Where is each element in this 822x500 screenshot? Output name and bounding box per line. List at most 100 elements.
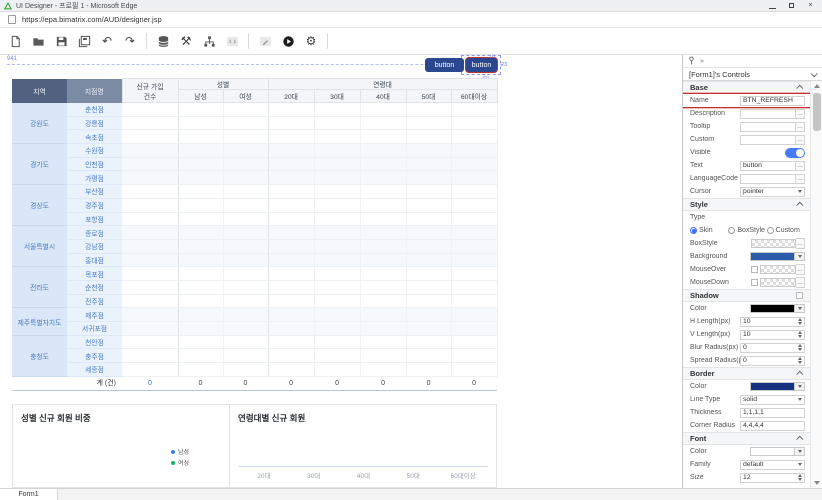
color-swatch-color[interactable] — [750, 447, 795, 456]
scrollbar-thumb[interactable] — [813, 93, 821, 131]
prop-row-thickness: Thickness1,1,1,1 — [683, 406, 810, 419]
canvas-button-widget[interactable]: button — [425, 58, 464, 72]
prop-spinner-h-length-px[interactable]: 10 — [740, 317, 805, 327]
prop-input-thickness[interactable]: 1,1,1,1 — [740, 408, 805, 418]
canvas-button-widget-selected[interactable]: button — [466, 58, 497, 72]
radio-skin[interactable]: Skin — [690, 227, 728, 234]
controls-header[interactable]: [Form1]'s Controls — [683, 68, 822, 81]
undo-icon[interactable]: ↶ — [100, 34, 114, 48]
color-dropdown-button[interactable] — [795, 382, 805, 391]
visible-toggle[interactable] — [785, 148, 805, 158]
pin-icon[interactable] — [688, 56, 695, 67]
prop-input-name[interactable]: BTN_REFRESH — [740, 96, 805, 106]
save-icon[interactable] — [54, 34, 68, 48]
data-cell — [122, 212, 178, 226]
color-swatch-background[interactable] — [750, 252, 795, 261]
prop-input-corner-radius[interactable]: 4,4,4,4 — [740, 421, 805, 431]
section-header-base[interactable]: Base — [683, 81, 810, 94]
color-dropdown-button[interactable] — [795, 447, 805, 456]
form-tab-form1[interactable]: Form1 — [0, 489, 58, 500]
data-cell — [451, 130, 497, 144]
prop-select-cursor[interactable]: pointer — [740, 187, 805, 197]
scroll-down-icon[interactable] — [811, 478, 822, 488]
enable-checkbox[interactable] — [751, 279, 758, 286]
data-cell — [122, 294, 178, 308]
data-cell — [268, 130, 314, 144]
close-button[interactable]: × — [807, 2, 814, 9]
selection-dim-top: 10 — [489, 55, 495, 60]
color-dropdown-button[interactable] — [795, 252, 805, 261]
dataset-icon[interactable] — [156, 34, 170, 48]
prop-select-line-type[interactable]: solid — [740, 395, 805, 405]
ellipsis-button[interactable]: … — [796, 277, 805, 288]
open-file-icon[interactable] — [31, 34, 45, 48]
axis-tick-label: 30대 — [289, 470, 339, 480]
redo-icon[interactable]: ↷ — [123, 34, 137, 48]
data-cell — [223, 212, 268, 226]
settings-icon[interactable]: ⚙ — [304, 34, 318, 48]
prop-spinner-blur-radius-px[interactable]: 0 — [740, 343, 805, 353]
prop-select-family[interactable]: default — [740, 460, 805, 470]
chevron-down-icon — [798, 463, 802, 466]
ellipsis-button[interactable]: … — [796, 264, 805, 275]
section-header-style[interactable]: Style — [683, 198, 810, 211]
restore-button[interactable] — [789, 3, 794, 8]
design-canvas[interactable]: 941 button button 10 23 60 지역지점명신규 가입건수성… — [0, 55, 682, 488]
prop-spinner-spread-radius-px[interactable]: 0 — [740, 356, 805, 366]
prop-input-custom[interactable] — [740, 135, 796, 145]
data-cell — [406, 157, 451, 171]
ellipsis-button[interactable]: … — [796, 174, 805, 184]
data-cell — [122, 103, 178, 117]
data-cell — [314, 294, 360, 308]
style-swatch-mouseover[interactable] — [760, 265, 796, 274]
prop-input-description[interactable] — [740, 109, 796, 119]
data-cell — [178, 335, 223, 349]
data-cell — [178, 349, 223, 363]
enable-checkbox[interactable] — [751, 266, 758, 273]
ellipsis-button[interactable]: … — [796, 161, 805, 171]
prop-spinner-size[interactable]: 12 — [740, 473, 805, 483]
minimize-button[interactable] — [769, 2, 776, 9]
section-header-font[interactable]: Font — [683, 432, 810, 445]
prop-input-tooltip[interactable] — [740, 122, 796, 132]
new-file-icon[interactable] — [8, 34, 22, 48]
panel-scrollbar[interactable] — [810, 81, 822, 488]
color-swatch-color[interactable] — [750, 304, 795, 313]
bar-chart-title: 연령대별 신규 회원 — [238, 412, 305, 424]
prop-spinner-v-length-px[interactable]: 10 — [740, 330, 805, 340]
ellipsis-button[interactable]: … — [796, 238, 805, 249]
bar-chart-axis — [239, 466, 488, 467]
run-icon[interactable] — [281, 34, 295, 48]
prop-input-languagecode[interactable] — [740, 174, 796, 184]
prop-input-text[interactable]: button — [740, 161, 796, 171]
radio-boxstyle[interactable]: BoxStyle — [728, 227, 766, 234]
data-cell — [314, 212, 360, 226]
collapse-panel-icon[interactable]: » — [700, 58, 704, 65]
color-swatch-color[interactable] — [750, 382, 795, 391]
build-tools-icon[interactable]: ⚒ — [179, 34, 193, 48]
data-cell — [360, 185, 406, 199]
data-cell — [223, 103, 268, 117]
ellipsis-button[interactable]: … — [796, 109, 805, 119]
shadow-enable-checkbox[interactable] — [796, 292, 803, 299]
address-bar[interactable]: https://epa.bimatrix.com/AUD/designer.js… — [0, 12, 822, 28]
style-swatch-mousedown[interactable] — [760, 278, 796, 287]
color-dropdown-button[interactable] — [795, 304, 805, 313]
prop-row-description: Description… — [683, 107, 810, 120]
col-header-store: 지점명 — [67, 79, 122, 103]
save-all-icon[interactable] — [77, 34, 91, 48]
radio-custom[interactable]: Custom — [767, 227, 805, 234]
section-header-border[interactable]: Border — [683, 367, 810, 380]
axis-tick-label: 60대이상 — [438, 470, 488, 480]
pie-chart-legend: 남성여성 — [171, 447, 189, 467]
sitemap-icon[interactable] — [202, 34, 216, 48]
ellipsis-button[interactable]: … — [796, 135, 805, 145]
spinner-arrows-icon — [798, 318, 802, 325]
page-info-icon[interactable] — [8, 15, 16, 24]
bar-chart-ticks: 20대30대40대50대60대이상 — [239, 470, 488, 480]
style-swatch-boxstyle[interactable] — [751, 239, 796, 248]
section-header-shadow[interactable]: Shadow — [683, 289, 810, 302]
data-cell — [223, 294, 268, 308]
ellipsis-button[interactable]: … — [796, 122, 805, 132]
scroll-up-icon[interactable] — [811, 81, 822, 91]
